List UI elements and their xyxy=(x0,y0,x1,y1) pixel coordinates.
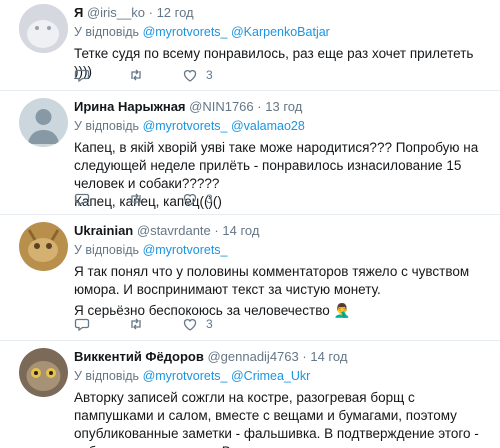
reply-context: У відповідь @myrotvorets_ @KarpenkoBatja… xyxy=(74,23,492,41)
tweet-paragraph: Авторку записей сожгли на костре, разогр… xyxy=(74,390,479,448)
timestamp[interactable]: 14 год xyxy=(310,349,347,364)
mention-link[interactable]: @myrotvorets_ xyxy=(143,119,228,133)
tweet-text: Я так понял что у половины комментаторов… xyxy=(74,263,492,320)
reply-button[interactable] xyxy=(74,316,90,332)
avatar[interactable] xyxy=(19,4,68,53)
mention-link[interactable]: @myrotvorets_ xyxy=(143,25,228,39)
tweet-actions: 3 xyxy=(74,315,251,333)
like-count: 3 xyxy=(206,192,213,206)
like-icon xyxy=(183,194,197,206)
reply-prefix: У відповідь xyxy=(74,119,140,133)
separator-dot: · xyxy=(257,99,262,114)
tweet-item[interactable]: Я @iris__ko · 12 год У відповідь @myrotv… xyxy=(0,0,500,91)
avatar-image xyxy=(19,4,68,53)
reply-prefix: У відповідь xyxy=(74,369,140,383)
reply-feed: Я @iris__ko · 12 год У відповідь @myrotv… xyxy=(0,0,500,448)
like-count: 3 xyxy=(206,68,213,82)
avatar[interactable] xyxy=(19,348,68,397)
avatar-image xyxy=(19,98,68,147)
avatar[interactable] xyxy=(19,222,68,271)
retweet-button[interactable] xyxy=(128,316,144,332)
reply-prefix: У відповідь xyxy=(74,25,140,39)
mention-link[interactable]: @valamao28 xyxy=(231,119,305,133)
avatar-image xyxy=(19,222,68,271)
display-name[interactable]: Виккентий Фёдоров xyxy=(74,349,204,364)
tweet-text: Авторку записей сожгли на костре, разогр… xyxy=(74,389,492,448)
reply-prefix: У відповідь xyxy=(74,243,140,257)
reply-context: У відповідь @myrotvorets_ xyxy=(74,241,492,259)
timestamp[interactable]: 12 год xyxy=(157,5,194,20)
user-handle[interactable]: @NIN1766 xyxy=(189,99,254,114)
like-button[interactable]: 3 xyxy=(182,191,213,207)
tweet-actions: 3 xyxy=(74,66,251,84)
like-icon xyxy=(183,319,197,331)
mention-link[interactable]: @myrotvorets_ xyxy=(143,243,228,257)
user-handle[interactable]: @iris__ko xyxy=(87,5,145,20)
mention-link[interactable]: @myrotvorets_ xyxy=(143,369,228,383)
reply-context: У відповідь @myrotvorets_ @valamao28 xyxy=(74,117,492,135)
like-count: 3 xyxy=(206,317,213,331)
tweet-item[interactable]: Ukrainian @stavrdante · 14 год У відпові… xyxy=(0,215,500,341)
reply-icon xyxy=(74,69,90,83)
display-name[interactable]: Ирина Нарыжная xyxy=(74,99,186,114)
reply-icon xyxy=(74,318,90,332)
display-name[interactable]: Я xyxy=(74,5,83,20)
display-name[interactable]: Ukrainian xyxy=(74,223,133,238)
separator-dot: · xyxy=(148,5,153,20)
tweet-actions: 3 xyxy=(74,190,251,208)
tweet-paragraph: Я так понял что у половины комментаторов… xyxy=(74,264,470,297)
timestamp[interactable]: 13 год xyxy=(265,99,302,114)
retweet-button[interactable] xyxy=(128,67,144,83)
separator-dot: · xyxy=(302,349,307,364)
retweet-button[interactable] xyxy=(128,191,144,207)
like-icon xyxy=(183,70,197,82)
timestamp[interactable]: 14 год xyxy=(222,223,259,238)
tweet-header: Я @iris__ko · 12 год xyxy=(74,4,492,22)
tweet-item[interactable]: Виккентий Фёдоров @gennadij4763 · 14 год… xyxy=(0,341,500,448)
tweet-paragraph: Капец, в якій хворій уяві таке може наро… xyxy=(74,140,479,191)
reply-button[interactable] xyxy=(74,191,90,207)
avatar[interactable] xyxy=(19,98,68,147)
tweet-header: Виккентий Фёдоров @gennadij4763 · 14 год xyxy=(74,348,492,366)
reply-button[interactable] xyxy=(74,67,90,83)
separator-dot: · xyxy=(214,223,219,238)
like-button[interactable]: 3 xyxy=(182,316,213,332)
like-button[interactable]: 3 xyxy=(182,67,213,83)
retweet-icon xyxy=(131,318,141,330)
retweet-icon xyxy=(131,69,141,81)
mention-link[interactable]: @KarpenkoBatjar xyxy=(231,25,330,39)
retweet-icon xyxy=(131,193,141,205)
tweet-item[interactable]: Ирина Нарыжная @NIN1766 · 13 год У відпо… xyxy=(0,91,500,215)
tweet-header: Ирина Нарыжная @NIN1766 · 13 год xyxy=(74,98,492,116)
reply-icon xyxy=(74,193,90,207)
user-handle[interactable]: @gennadij4763 xyxy=(207,349,298,364)
mention-link[interactable]: @Crimea_Ukr xyxy=(231,369,310,383)
user-handle[interactable]: @stavrdante xyxy=(137,223,211,238)
avatar-image xyxy=(19,348,68,397)
tweet-header: Ukrainian @stavrdante · 14 год xyxy=(74,222,492,240)
reply-context: У відповідь @myrotvorets_ @Crimea_Ukr xyxy=(74,367,492,385)
